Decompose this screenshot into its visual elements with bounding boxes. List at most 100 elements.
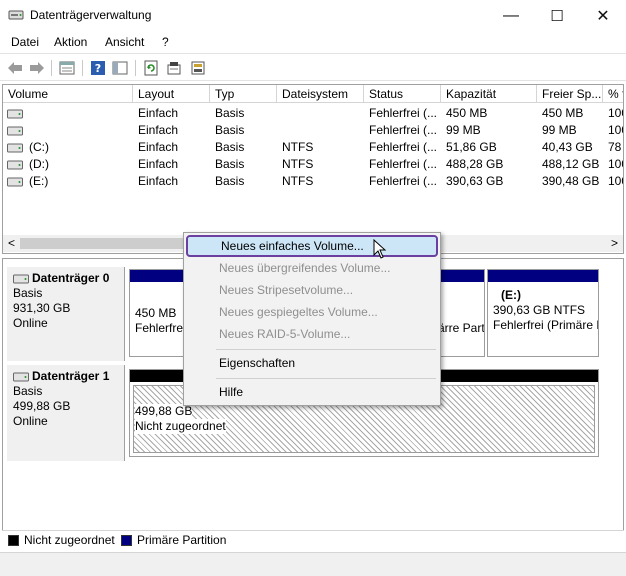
properties-list-icon[interactable] bbox=[57, 58, 77, 78]
cell-prozent-frei: 78 bbox=[608, 140, 622, 154]
back-arrow-icon[interactable] bbox=[5, 58, 25, 78]
table-row[interactable]: (C:) Einfach Basis NTFS Fehlerfrei (... … bbox=[3, 139, 623, 156]
disk-management-app-icon bbox=[8, 10, 24, 20]
cell-typ: Basis bbox=[215, 123, 245, 137]
table-row[interactable]: Einfach Basis Fehlerfrei (... 99 MB 99 M… bbox=[3, 122, 623, 139]
menu-help[interactable]: ? bbox=[162, 35, 169, 49]
cell-layout: Einfach bbox=[138, 157, 179, 171]
menu-bar: Datei Aktion Ansicht ? bbox=[0, 32, 626, 52]
partition-size-fs: 390,63 GB NTFS bbox=[493, 303, 586, 317]
drive-icon bbox=[7, 177, 23, 187]
partition-size: 450 MB bbox=[135, 306, 177, 320]
toolbar: ? bbox=[0, 53, 626, 81]
cell-freier-speicher: 99 MB bbox=[542, 123, 577, 137]
cell-layout: Einfach bbox=[138, 123, 179, 137]
column-header-kapazitaet[interactable]: Kapazität bbox=[441, 85, 537, 103]
cell-prozent-frei: 100 bbox=[608, 174, 623, 188]
cell-kapazitaet: 390,63 GB bbox=[446, 174, 504, 188]
menu-datei[interactable]: Datei bbox=[11, 35, 39, 49]
cell-volume: (E:) bbox=[29, 174, 49, 188]
cell-prozent-frei: 100 bbox=[608, 157, 623, 171]
toolbar-separator bbox=[135, 60, 136, 76]
menu-aktion[interactable]: Aktion bbox=[54, 35, 87, 49]
column-header-status[interactable]: Status bbox=[364, 85, 441, 103]
table-row[interactable]: (D:) Einfach Basis NTFS Fehlerfrei (... … bbox=[3, 156, 623, 173]
cell-freier-speicher: 488,12 GB bbox=[542, 157, 600, 171]
refresh-icon[interactable] bbox=[141, 58, 161, 78]
disk-state: Online bbox=[13, 316, 48, 330]
legend-swatch-unallocated bbox=[8, 535, 19, 546]
menu-item-eigenschaften[interactable]: Eigenschaften bbox=[186, 352, 438, 374]
scroll-right-button[interactable]: > bbox=[611, 236, 618, 250]
legend: Nicht zugeordnet Primäre Partition bbox=[2, 530, 624, 550]
column-header-prozent-frei[interactable]: % f bbox=[603, 85, 623, 103]
legend-swatch-primary bbox=[121, 535, 132, 546]
disk-0-label[interactable]: Datenträger 0 Basis 931,30 GB Online bbox=[7, 267, 125, 361]
partition-e[interactable]: (E:) 390,63 GB NTFS Fehlerfrei (Primäre … bbox=[487, 269, 599, 357]
cell-status: Fehlerfrei (... bbox=[369, 174, 438, 188]
cell-dateisystem: NTFS bbox=[282, 157, 314, 171]
partition-status: Fehlerfrei (Primäre Part bbox=[493, 318, 598, 332]
menu-ansicht[interactable]: Ansicht bbox=[105, 35, 144, 49]
mouse-pointer-icon bbox=[373, 239, 387, 259]
disk-1-label[interactable]: Datenträger 1 Basis 499,88 GB Online bbox=[7, 365, 125, 461]
column-header-typ[interactable]: Typ bbox=[210, 85, 277, 103]
partition-status: Nicht zugeordnet bbox=[135, 419, 226, 434]
cell-status: Fehlerfrei (... bbox=[369, 157, 438, 171]
cell-kapazitaet: 450 MB bbox=[446, 106, 488, 120]
column-header-layout[interactable]: Layout bbox=[133, 85, 210, 103]
export-icon[interactable] bbox=[164, 58, 184, 78]
settings-icon[interactable] bbox=[188, 58, 208, 78]
partition-status: Fehlerfre bbox=[135, 321, 184, 335]
show-hide-icon[interactable] bbox=[110, 58, 130, 78]
column-header-volume[interactable]: Volume bbox=[3, 85, 133, 103]
cell-layout: Einfach bbox=[138, 106, 179, 120]
toolbar-separator bbox=[82, 60, 83, 76]
column-header-freier-speicher[interactable]: Freier Sp... bbox=[537, 85, 603, 103]
drive-icon bbox=[7, 109, 23, 119]
context-menu: Neues einfaches Volume... Neues übergrei… bbox=[183, 232, 441, 406]
cell-prozent-frei: 100 bbox=[608, 123, 623, 137]
disk-type: Basis bbox=[13, 384, 43, 398]
menu-item-neues-stripesetvolume: Neues Stripesetvolume... bbox=[219, 283, 354, 297]
column-header-dateisystem[interactable]: Dateisystem bbox=[277, 85, 364, 103]
cell-status: Fehlerfrei (... bbox=[369, 140, 438, 154]
status-bar bbox=[0, 552, 626, 576]
forward-arrow-icon[interactable] bbox=[27, 58, 47, 78]
minimize-button[interactable]: — bbox=[488, 0, 534, 32]
toolbar-separator bbox=[51, 60, 52, 76]
help-icon[interactable]: ? bbox=[88, 58, 108, 78]
menu-item-neues-einfaches-volume[interactable]: Neues einfaches Volume... bbox=[186, 235, 438, 257]
cell-dateisystem: NTFS bbox=[282, 140, 314, 154]
cell-prozent-frei: 100 bbox=[608, 106, 623, 120]
cell-status: Fehlerfrei (... bbox=[369, 106, 438, 120]
menu-item-neues-raid5-volume: Neues RAID-5-Volume... bbox=[219, 327, 351, 341]
partition-drive-letter: (E:) bbox=[501, 288, 521, 302]
partition[interactable]: 450 MB Fehlerfre bbox=[129, 269, 185, 357]
disk-state: Online bbox=[13, 414, 48, 428]
menu-item-hilfe[interactable]: Hilfe bbox=[186, 381, 438, 403]
table-row[interactable]: Einfach Basis Fehlerfrei (... 450 MB 450… bbox=[3, 105, 623, 122]
cell-freier-speicher: 390,48 GB bbox=[542, 174, 600, 188]
cell-typ: Basis bbox=[215, 106, 245, 120]
scroll-left-button[interactable]: < bbox=[8, 236, 15, 250]
drive-icon bbox=[7, 126, 23, 136]
cell-volume: (C:) bbox=[29, 140, 49, 154]
menu-item-neues-gespiegeltes-volume: Neues gespiegeltes Volume... bbox=[219, 305, 378, 319]
partition-size: 499,88 GB bbox=[135, 404, 193, 419]
menu-item-neues-uebergreifendes-volume: Neues übergreifendes Volume... bbox=[219, 261, 391, 275]
close-button[interactable]: ✕ bbox=[580, 0, 626, 32]
cell-freier-speicher: 450 MB bbox=[542, 106, 584, 120]
menu-separator bbox=[216, 378, 436, 379]
svg-text:?: ? bbox=[95, 62, 101, 75]
cell-layout: Einfach bbox=[138, 174, 179, 188]
maximize-button[interactable]: ☐ bbox=[534, 0, 580, 32]
drive-icon bbox=[7, 143, 23, 153]
cell-kapazitaet: 99 MB bbox=[446, 123, 481, 137]
cell-typ: Basis bbox=[215, 157, 245, 171]
table-row[interactable]: (E:) Einfach Basis NTFS Fehlerfrei (... … bbox=[3, 173, 623, 190]
partition-status: ärre Part bbox=[438, 321, 484, 335]
partition-type-bar bbox=[130, 270, 184, 282]
disk-icon bbox=[13, 372, 29, 381]
cell-kapazitaet: 488,28 GB bbox=[446, 157, 504, 171]
